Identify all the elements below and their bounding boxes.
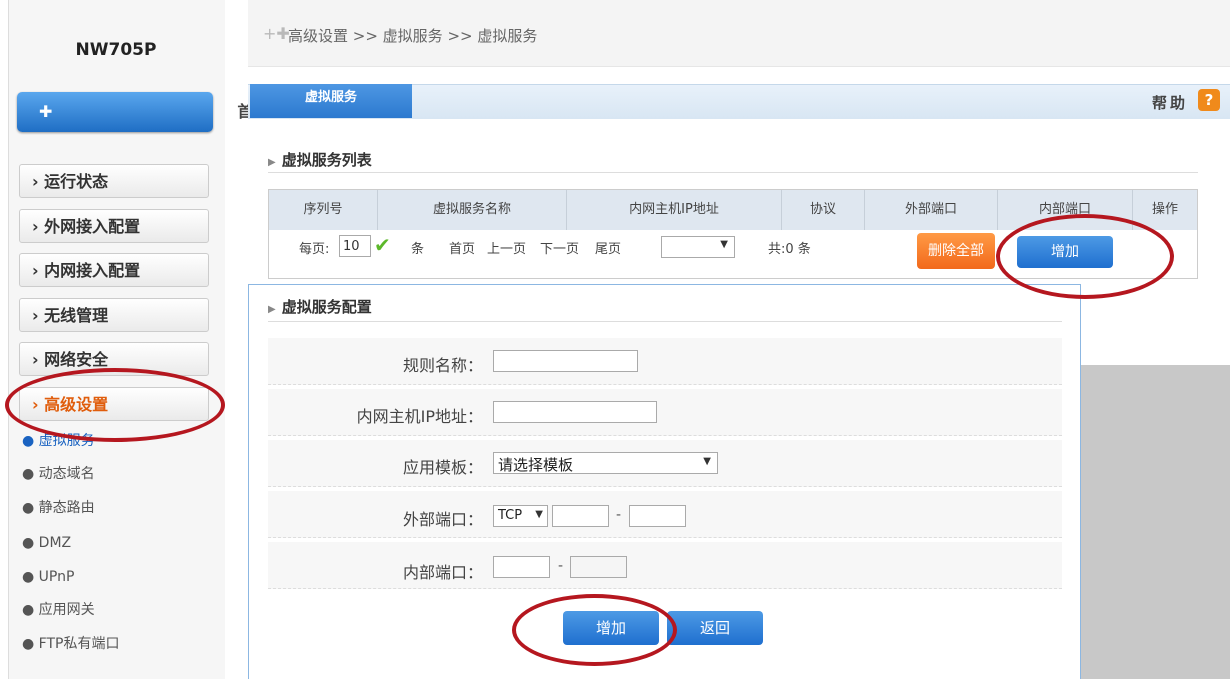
- internal-port-start-input[interactable]: [493, 556, 550, 578]
- rule-name-input[interactable]: [493, 350, 638, 372]
- protocol-select[interactable]: TCP ▼: [493, 505, 548, 527]
- submenu-static-route[interactable]: ● 静态路由: [22, 495, 95, 521]
- last-page-link[interactable]: 尾页: [595, 238, 621, 257]
- add-button[interactable]: 增加: [563, 611, 659, 645]
- external-port-start-input[interactable]: [552, 505, 609, 527]
- background-area: [1081, 365, 1230, 679]
- per-page-unit: 条: [411, 242, 425, 257]
- list-title-text: 虚拟服务列表: [281, 151, 372, 169]
- help-label[interactable]: 帮助: [1152, 92, 1188, 113]
- chevron-down-icon: ▼: [703, 456, 711, 467]
- triangle-icon: ▶: [268, 157, 276, 168]
- menu-lan-config[interactable]: › 内网接入配置: [19, 253, 209, 287]
- external-port-label: 外部端口：: [402, 510, 483, 529]
- host-ip-input[interactable]: [493, 401, 657, 423]
- submenu-ddns[interactable]: ● 动态域名: [22, 461, 95, 487]
- add-button-list[interactable]: 增加: [1017, 236, 1113, 268]
- menu-wireless[interactable]: › 无线管理: [19, 298, 209, 332]
- col-internal-port: 内部端口: [1038, 202, 1091, 217]
- device-model: NW705P: [75, 40, 157, 60]
- checkmark-icon[interactable]: ✔: [374, 233, 391, 257]
- next-page-link[interactable]: 下一页: [540, 238, 579, 257]
- home-button[interactable]: ✚ 首 页: [17, 92, 291, 132]
- divider: [268, 172, 1198, 173]
- protocol-select-value: TCP: [498, 508, 523, 523]
- per-page-input[interactable]: 10: [339, 235, 371, 257]
- config-section-title: ▶ 虚拟服务配置: [268, 296, 372, 317]
- menu-advanced-settings[interactable]: › 高级设置: [19, 387, 209, 421]
- external-port-end-input[interactable]: [629, 505, 686, 527]
- total-count: 共:0 条: [768, 242, 811, 257]
- list-section-title: ▶ 虚拟服务列表: [268, 149, 372, 170]
- page-select[interactable]: ▼: [661, 236, 735, 258]
- config-title-text: 虚拟服务配置: [281, 298, 372, 316]
- template-label: 应用模板：: [402, 458, 483, 477]
- chevron-down-icon: ▼: [535, 509, 543, 520]
- submenu-ftp-port[interactable]: ● FTP私有端口: [22, 631, 119, 657]
- template-select[interactable]: 请选择模板 ▼: [493, 452, 718, 474]
- internal-port-label: 内部端口：: [402, 563, 483, 582]
- col-operation: 操作: [1151, 202, 1178, 217]
- col-host-ip: 内网主机IP地址: [629, 202, 719, 217]
- port-range-dash: -: [616, 507, 622, 523]
- help-icon[interactable]: ?: [1198, 89, 1220, 111]
- submenu-upnp[interactable]: ● UPnP: [22, 564, 74, 590]
- menu-network-security[interactable]: › 网络安全: [19, 342, 209, 376]
- col-service-name: 虚拟服务名称: [432, 202, 511, 217]
- submenu-virtual-service[interactable]: ● 虚拟服务: [22, 428, 95, 454]
- submenu-app-gateway[interactable]: ● 应用网关: [22, 597, 95, 623]
- per-page-label: 每页:: [299, 242, 330, 257]
- divider: [268, 321, 1062, 322]
- breadcrumb: 高级设置 >> 虚拟服务 >> 虚拟服务: [288, 27, 538, 45]
- menu-wan-config[interactable]: › 外网接入配置: [19, 209, 209, 243]
- first-page-link[interactable]: 首页: [449, 238, 475, 257]
- chevron-down-icon: ▼: [720, 239, 728, 250]
- prev-page-link[interactable]: 上一页: [487, 238, 526, 257]
- plus-icon: ✚: [39, 102, 53, 121]
- port-range-dash: -: [558, 558, 564, 574]
- back-button[interactable]: 返回: [667, 611, 763, 645]
- template-select-value: 请选择模板: [498, 456, 574, 474]
- delete-all-button[interactable]: 删除全部: [917, 233, 995, 269]
- internal-port-end-input[interactable]: [570, 556, 627, 578]
- col-protocol: 协议: [809, 202, 836, 217]
- menu-run-status[interactable]: › 运行状态: [19, 164, 209, 198]
- tab-virtual-service[interactable]: 虚拟服务: [250, 84, 412, 118]
- host-ip-label: 内网主机IP地址：: [356, 407, 483, 426]
- col-external-port: 外部端口: [904, 202, 957, 217]
- submenu-dmz[interactable]: ● DMZ: [22, 530, 71, 556]
- rule-name-label: 规则名称：: [402, 356, 483, 375]
- col-index: 序列号: [303, 202, 343, 217]
- sparkle-icon: +✚: [263, 24, 290, 43]
- triangle-icon: ▶: [268, 304, 276, 315]
